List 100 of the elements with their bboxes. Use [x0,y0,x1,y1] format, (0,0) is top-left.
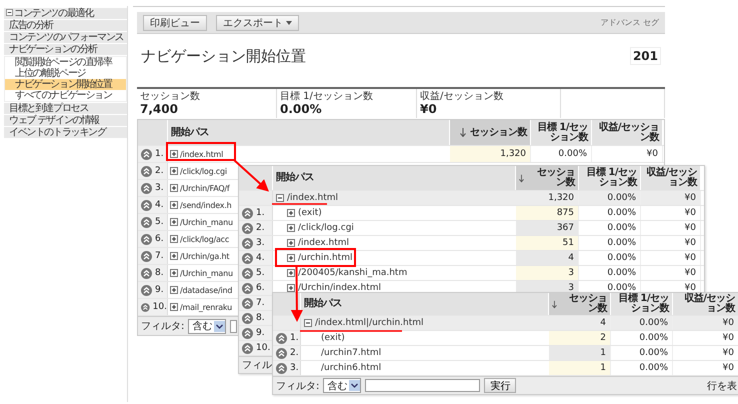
column-header[interactable]: セッション数 [549,293,611,315]
filter-field[interactable] [230,320,238,332]
plus-box-icon[interactable] [287,254,295,262]
path-link[interactable]: /200405/kanshi_ma.htm [287,268,408,278]
collapse-rank-icon[interactable] [242,312,253,324]
plus-box-icon[interactable] [170,167,178,175]
plus-box-icon[interactable] [287,284,295,292]
collapse-rank-icon[interactable] [242,268,253,278]
collapse-rank-icon[interactable] [141,302,150,312]
collapse-rank-icon[interactable] [141,234,152,244]
plus-box-icon[interactable] [170,184,178,192]
operator-select[interactable]: 含む [323,378,362,393]
plus-box-icon[interactable] [287,239,295,247]
plus-box-icon[interactable] [170,150,178,158]
rank-cell: 6. [239,281,273,295]
column-header[interactable]: 収益/セッション数 [673,293,738,315]
path-link[interactable]: /Urchin_manu [170,218,233,226]
column-header[interactable]: 目標 1/セッション数 [579,166,641,190]
collapse-rank-icon[interactable] [242,282,253,294]
collapse-rank-icon[interactable] [141,216,152,228]
plus-box-icon[interactable] [170,218,178,226]
plus-box-icon[interactable] [170,235,178,243]
column-header[interactable]: 目標 1/セッション数 [531,120,592,145]
sidebar-item[interactable]: コンテンツの最適化 [4,8,127,19]
path-link[interactable]: (exit) [287,208,322,218]
column-header[interactable]: 開始パス [301,293,549,315]
sidebar-item[interactable]: すべてのナビゲーション [5,90,126,101]
column-header[interactable]: 開始パス [168,120,450,145]
collapse-rank-icon[interactable] [242,208,253,218]
collapse-rank-icon[interactable] [141,268,152,278]
plus-box-icon[interactable] [287,209,295,217]
sidebar-item[interactable]: 上位の離脱ページ [5,68,126,79]
path-link[interactable]: /urchin.html [287,253,352,263]
collapse-rank-icon[interactable] [242,328,253,338]
plus-box-icon[interactable] [170,303,178,311]
filter-field[interactable] [365,379,480,392]
operator-select[interactable]: 含む [188,318,226,334]
path-link[interactable]: /index.html [276,193,338,203]
path-link[interactable]: /index.html [170,150,224,158]
run-button[interactable]: 実行 [484,378,516,393]
path-link[interactable]: /urchin7.html [321,348,382,358]
sidebar-item[interactable]: 広告の分析 [4,20,127,31]
dropdown-icon[interactable] [214,320,226,332]
column-header[interactable]: セッション数 [450,120,531,145]
collapse-rank-icon[interactable] [276,348,287,358]
sidebar-item[interactable]: イベントのトラッキング [4,127,127,138]
path-link[interactable]: (exit) [321,333,345,343]
column-header[interactable]: 収益/セッション数 [641,166,701,190]
path-link[interactable]: /send/index.h [170,200,232,210]
collapse-rank-icon[interactable] [242,342,253,354]
path-link[interactable]: /Urchin_manu [170,268,233,278]
path-link[interactable]: /Urchin/FAQ/f [170,184,230,192]
sort-arrow-icon[interactable] [519,174,524,182]
collapse-rank-icon[interactable] [141,250,152,262]
collapse-rank-icon[interactable] [141,200,152,210]
sidebar-item[interactable]: ナビゲーションの分析 [4,44,127,55]
collapse-rank-icon[interactable] [242,222,253,234]
column-header[interactable]: 開始パス [273,166,516,190]
column-header[interactable]: 収益/セッション数 [592,120,663,145]
plus-box-icon[interactable] [287,269,295,277]
plus-box-icon[interactable] [170,252,178,260]
plus-box-icon[interactable] [287,224,295,232]
path-link[interactable]: /Urchin/index.html [287,283,381,293]
plus-box-icon[interactable] [170,201,178,209]
sidebar-item[interactable]: 目標と到達プロセス [4,103,127,114]
collapse-rank-icon[interactable] [276,362,287,374]
minus-box-icon[interactable] [6,9,13,16]
path-link[interactable]: /mail_renraku [170,302,232,312]
sort-arrow-icon[interactable] [460,128,466,137]
minus-box-icon[interactable] [304,319,312,327]
path-link[interactable]: /click/log.cgi [287,223,354,233]
toolbar-button[interactable]: エクスポート [216,14,299,30]
path-link[interactable]: /click/log/acc [170,234,230,244]
path-link[interactable]: /urchin6.html [321,363,382,373]
toolbar-button[interactable]: 印刷ビュー [143,14,207,30]
sort-arrow-icon[interactable] [552,300,557,308]
path-link[interactable]: /datadase/ind [170,286,232,294]
collapse-rank-icon[interactable] [242,298,253,308]
sidebar-item[interactable]: コンテンツのパフォーマンス [4,32,127,43]
collapse-rank-icon[interactable] [141,148,152,160]
segment-label[interactable]: アドバンス セグ [600,17,659,28]
collapse-rank-icon[interactable] [141,182,152,194]
sidebar-item[interactable]: ナビゲーション開始位置 [5,79,126,90]
path-link[interactable]: /Urchin/ga.ht [170,252,230,260]
column-header[interactable]: セッション数 [516,166,579,190]
collapse-rank-icon[interactable] [276,332,287,344]
sidebar-item[interactable]: 閲覧開始ページの直帰率 [5,57,126,68]
date-range[interactable]: 201 [630,47,661,65]
collapse-rank-icon[interactable] [242,238,253,248]
collapse-rank-icon[interactable] [141,166,152,176]
path-link[interactable]: /index.html [287,238,350,248]
path-link[interactable]: /click/log.cgi [170,166,227,176]
collapse-rank-icon[interactable] [141,284,152,296]
plus-box-icon[interactable] [170,269,178,277]
dropdown-icon[interactable] [349,380,360,391]
column-header[interactable]: 目標 1/セッション数 [611,293,673,315]
plus-box-icon[interactable] [170,286,178,294]
collapse-rank-icon[interactable] [242,252,253,264]
sidebar-item[interactable]: ウェブ デザインの情報 [4,115,127,126]
minus-box-icon[interactable] [276,194,284,202]
